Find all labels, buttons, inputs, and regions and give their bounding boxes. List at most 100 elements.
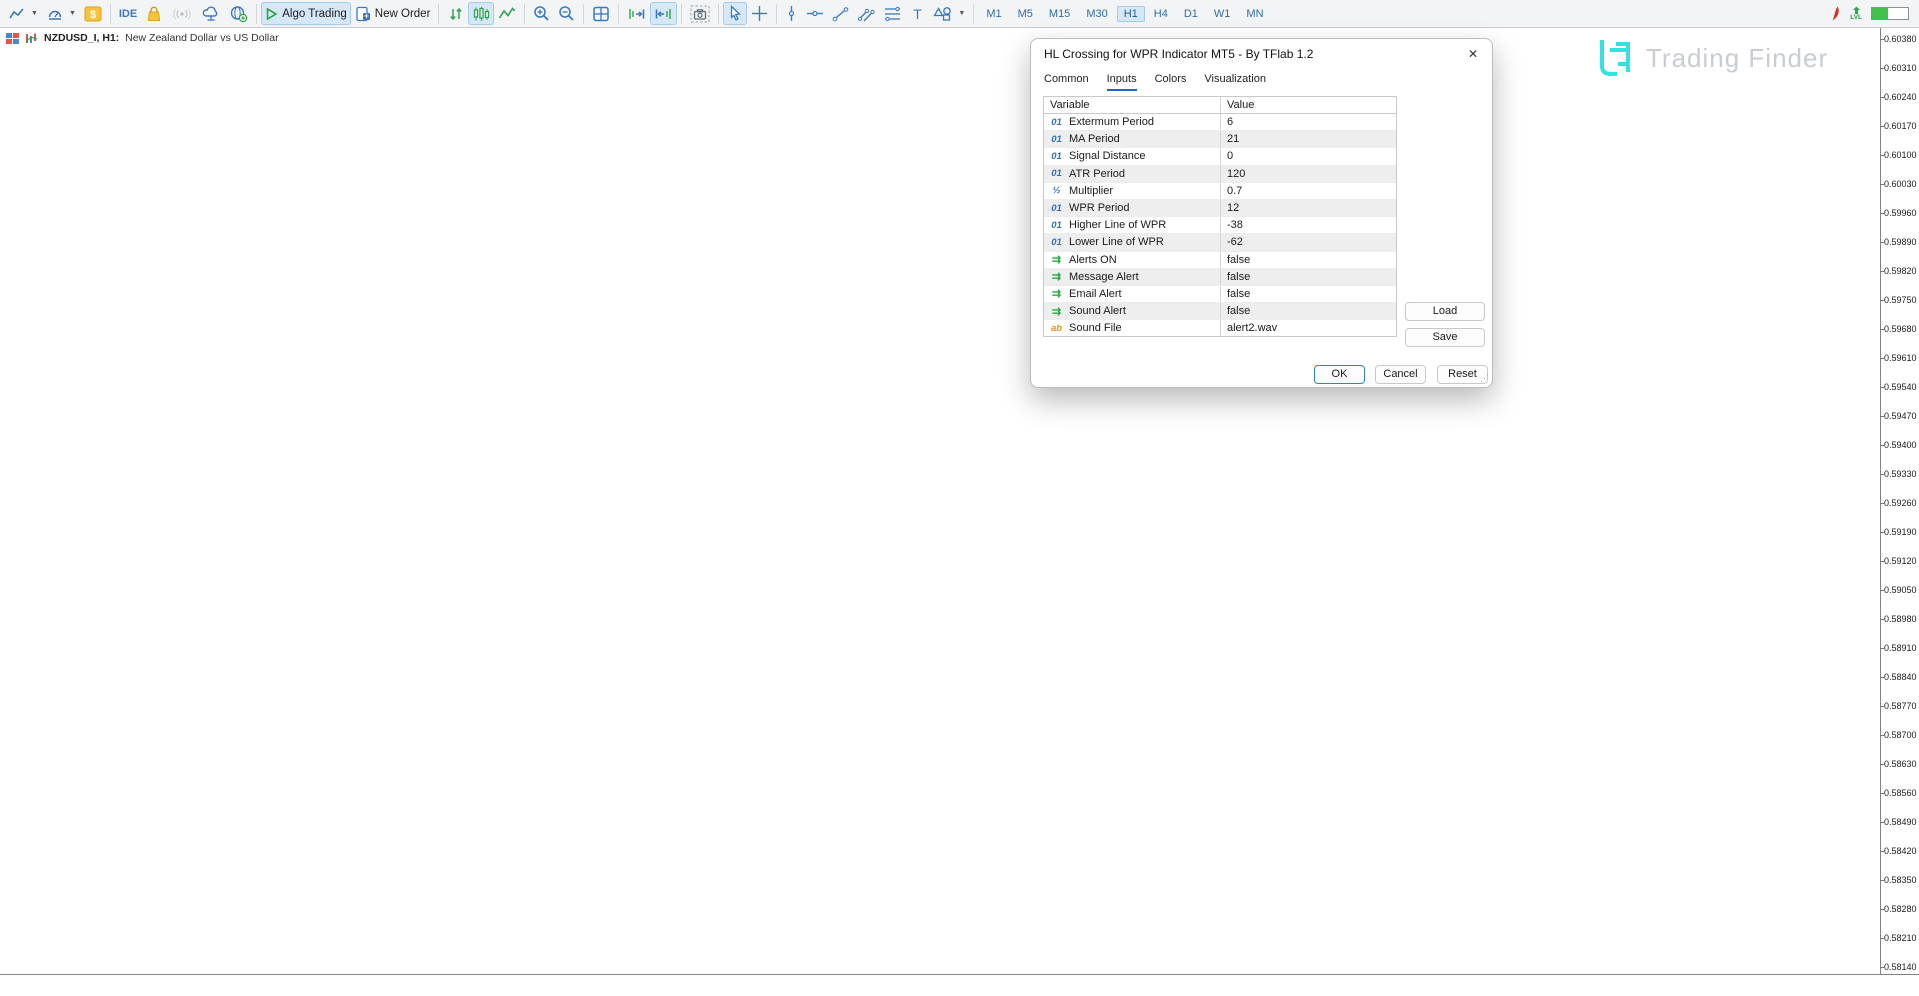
chart-area[interactable]: NZDUSD_I, H1: New Zealand Dollar vs US D… — [0, 28, 1919, 996]
tab-visualization[interactable]: Visualization — [1204, 71, 1266, 91]
news-flame-icon[interactable] — [1826, 5, 1841, 22]
signals-button[interactable] — [167, 2, 197, 25]
auto-scroll-button[interactable] — [623, 2, 650, 25]
tick-chart-button[interactable] — [443, 2, 468, 25]
community-button[interactable] — [225, 2, 252, 25]
new-order-button[interactable]: + New Order — [351, 2, 435, 25]
timeframe-m5[interactable]: M5 — [1011, 6, 1040, 22]
globe-add-icon — [229, 5, 248, 23]
param-value[interactable]: 0.7 — [1220, 183, 1396, 199]
timeframe-h1[interactable]: H1 — [1117, 6, 1145, 22]
horizontal-line-tool[interactable] — [802, 2, 828, 25]
candlestick-mode-button[interactable] — [468, 2, 494, 25]
indicator-settings-dialog: HL Crossing for WPR Indicator MT5 - By T… — [1030, 38, 1493, 388]
param-variable-cell: 01Extermum Period — [1044, 116, 1220, 128]
param-row[interactable]: ⇉Alerts ONfalse — [1044, 252, 1396, 269]
screenshot-button[interactable] — [686, 2, 714, 25]
table-header-row: Variable Value — [1044, 97, 1396, 114]
ide-button[interactable]: IDE — [115, 2, 141, 25]
param-value[interactable]: false — [1220, 269, 1396, 285]
trendline-tool[interactable] — [828, 2, 853, 25]
symbol-bar: NZDUSD_I, H1: New Zealand Dollar vs US D… — [6, 32, 279, 44]
param-type-icon: 01 — [1049, 168, 1064, 179]
algo-trading-button[interactable]: Algo Trading — [261, 2, 351, 25]
param-name: Lower Line of WPR — [1069, 236, 1164, 248]
param-row[interactable]: ½Multiplier0.7 — [1044, 183, 1396, 200]
timeframe-m15[interactable]: M15 — [1042, 6, 1077, 22]
chart-shift-button[interactable] — [650, 2, 677, 25]
param-value[interactable]: 21 — [1220, 131, 1396, 147]
param-row[interactable]: ⇉Email Alertfalse — [1044, 286, 1396, 303]
close-icon[interactable]: ✕ — [1464, 45, 1482, 63]
save-button[interactable]: Save — [1405, 328, 1485, 347]
zoom-in-button[interactable] — [529, 2, 554, 25]
timeframe-w1[interactable]: W1 — [1207, 6, 1238, 22]
parameters-table: Variable Value 01Extermum Period601MA Pe… — [1043, 96, 1397, 337]
timeframe-m30[interactable]: M30 — [1079, 6, 1114, 22]
zigzag-icon — [498, 6, 516, 22]
price-axis[interactable]: 0.603800.603100.602400.601700.601000.600… — [1880, 28, 1919, 974]
cursor-tool-button[interactable] — [723, 2, 747, 25]
cancel-button[interactable]: Cancel — [1375, 365, 1426, 384]
variable-column-header[interactable]: Variable — [1044, 99, 1220, 111]
market-watch-button[interactable]: $ — [80, 2, 106, 25]
ok-button[interactable]: OK — [1314, 365, 1365, 384]
param-value[interactable]: false — [1220, 252, 1396, 268]
param-value[interactable]: 120 — [1220, 166, 1396, 182]
algo-trading-label: Algo Trading — [282, 8, 347, 20]
param-value[interactable]: 0 — [1220, 148, 1396, 164]
text-tool[interactable]: T — [906, 2, 929, 25]
param-value[interactable]: false — [1220, 286, 1396, 302]
timeframe-m1[interactable]: M1 — [979, 6, 1008, 22]
param-value[interactable]: false — [1220, 303, 1396, 319]
param-variable-cell: abSound File — [1044, 322, 1220, 334]
channel-tool[interactable] — [853, 2, 879, 25]
price-chart-canvas[interactable] — [0, 28, 1880, 974]
vps-button[interactable] — [197, 2, 225, 25]
param-row[interactable]: 01MA Period21 — [1044, 131, 1396, 148]
param-row[interactable]: 01Higher Line of WPR-38 — [1044, 217, 1396, 234]
param-value[interactable]: -38 — [1220, 217, 1396, 233]
tab-common[interactable]: Common — [1044, 71, 1089, 91]
vertical-line-tool[interactable] — [781, 2, 802, 25]
param-row[interactable]: 01Lower Line of WPR-62 — [1044, 234, 1396, 251]
param-row[interactable]: 01Signal Distance0 — [1044, 148, 1396, 165]
crosshair-tool-button[interactable] — [747, 2, 772, 25]
profiles-dropdown[interactable]: ▼ — [42, 2, 80, 25]
resize-grip[interactable]: ⋰ — [1480, 373, 1489, 384]
param-value[interactable]: 12 — [1220, 200, 1396, 216]
param-variable-cell: 01MA Period — [1044, 133, 1220, 145]
load-button[interactable]: Load — [1405, 302, 1485, 321]
timeframe-d1[interactable]: D1 — [1177, 6, 1205, 22]
param-row[interactable]: ⇉Message Alertfalse — [1044, 269, 1396, 286]
param-variable-cell: ⇉Alerts ON — [1044, 253, 1220, 266]
param-value[interactable]: 6 — [1220, 114, 1396, 130]
price-tick-label: 0.58560 — [1884, 788, 1917, 798]
tab-colors[interactable]: Colors — [1155, 71, 1187, 91]
line-mode-button[interactable] — [494, 2, 520, 25]
value-column-header[interactable]: Value — [1220, 97, 1396, 113]
time-axis[interactable] — [0, 974, 1919, 996]
param-value[interactable]: -62 — [1220, 234, 1396, 250]
param-value[interactable]: alert2.wav — [1220, 320, 1396, 336]
chart-type-dropdown[interactable]: ▼ — [4, 2, 42, 25]
param-row[interactable]: abSound Filealert2.wav — [1044, 320, 1396, 337]
param-row[interactable]: 01Extermum Period6 — [1044, 114, 1396, 131]
param-row[interactable]: ⇉Sound Alertfalse — [1044, 303, 1396, 320]
tile-windows-button[interactable] — [588, 2, 614, 25]
timeframe-h4[interactable]: H4 — [1147, 6, 1175, 22]
zoom-out-button[interactable] — [554, 2, 579, 25]
timeframe-mn[interactable]: MN — [1239, 6, 1270, 22]
market-button[interactable] — [141, 2, 167, 25]
param-variable-cell: ½Multiplier — [1044, 185, 1220, 197]
shapes-dropdown[interactable]: ▼ — [929, 2, 969, 25]
param-row[interactable]: 01WPR Period12 — [1044, 200, 1396, 217]
param-row[interactable]: 01ATR Period120 — [1044, 166, 1396, 183]
line-chart-icon — [8, 6, 26, 22]
levels-icon[interactable]: LVL — [1850, 6, 1862, 21]
ide-label: IDE — [119, 8, 137, 20]
chevron-down-icon: ▼ — [69, 10, 76, 17]
tab-inputs[interactable]: Inputs — [1107, 71, 1137, 91]
fibo-tool[interactable] — [879, 2, 906, 25]
price-tick-label: 0.58490 — [1884, 817, 1917, 827]
